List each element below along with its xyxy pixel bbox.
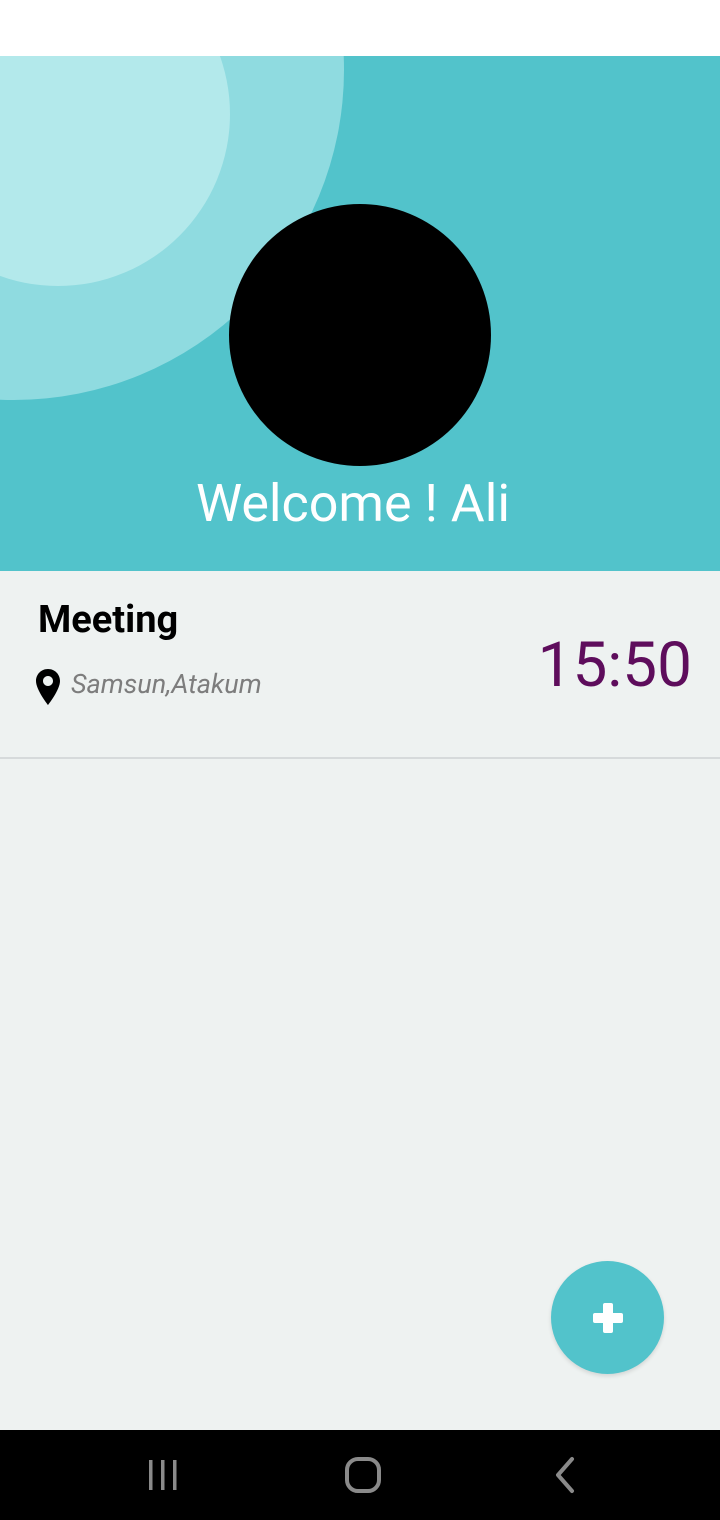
map-pin-icon	[36, 669, 60, 705]
back-icon	[556, 1457, 574, 1493]
profile-header: Welcome ! Ali	[0, 56, 720, 571]
event-location: Samsun,Atakum	[71, 668, 262, 700]
list-item[interactable]: Meeting Samsun,Atakum 15:50	[0, 571, 720, 759]
recents-icon	[149, 1460, 177, 1490]
home-icon	[345, 1457, 381, 1493]
event-time: 15:50	[537, 629, 692, 702]
navigation-bar	[0, 1430, 720, 1520]
welcome-text: Welcome ! Ali	[195, 473, 511, 534]
event-title: Meeting	[38, 598, 179, 642]
plus-icon	[592, 1302, 623, 1333]
back-button[interactable]	[505, 1430, 625, 1520]
home-button[interactable]	[303, 1430, 423, 1520]
avatar[interactable]	[229, 204, 491, 466]
status-bar	[0, 0, 720, 56]
add-event-button[interactable]	[551, 1261, 664, 1374]
recents-button[interactable]	[103, 1430, 223, 1520]
